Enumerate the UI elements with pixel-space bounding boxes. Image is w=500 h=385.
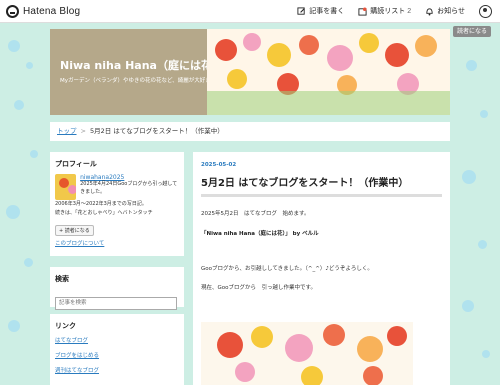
profile-avatar[interactable]	[55, 174, 77, 200]
search-module: 検索	[50, 267, 184, 310]
logo-text: Hatena Blog	[23, 5, 81, 17]
article-paragraph-4: 現在、Gooブログから 引っ越し作業中です。	[201, 285, 316, 291]
blog-header: Niwa niha Hana（庭には花） Myガーデン（ベランダ）やゆきの花の花…	[50, 29, 450, 115]
hatena-topbar: Hatena Blog 記事を書く 購読リスト 2 お知らせ	[0, 0, 500, 23]
link-weekly-hatena[interactable]: 週刊はてなブログ	[55, 366, 179, 374]
link-start-blog[interactable]: ブログをはじめる	[55, 351, 179, 359]
profile-name-link[interactable]: niwahana2025	[80, 174, 179, 181]
article-title[interactable]: 5月2日 はてなブログをスタート！（作業中）	[201, 174, 442, 197]
profile-reader-label: 読者になる	[64, 228, 90, 234]
reading-list-count: 2	[407, 7, 412, 15]
profile-desc-2: 2006年3月〜2022年3月までの写日記。	[55, 201, 147, 207]
breadcrumb-top-link[interactable]: トップ	[57, 127, 77, 135]
article-paragraph-2: 「Niwa niha Hana（庭には花）」 by ベルル	[201, 231, 319, 237]
link-hatena-blog[interactable]: はてなブログ	[55, 336, 179, 344]
breadcrumb-separator: >	[80, 127, 86, 135]
article-paragraph-3: Gooブログから、お引越ししてきました。（^_^）♪どうぞよろしく。	[201, 266, 373, 272]
links-module: リンク はてなブログ ブログをはじめる 週刊はてなブログ	[50, 314, 184, 385]
hatena-logo[interactable]: Hatena Blog	[6, 4, 81, 18]
blog-title[interactable]: Niwa niha Hana（庭には花）	[60, 57, 223, 73]
profile-desc-3: 続きは、「花とおしゃべり」へバトンタッチ	[55, 209, 153, 216]
hatena-logo-icon	[6, 4, 19, 18]
links-heading: リンク	[55, 322, 76, 330]
search-input[interactable]	[55, 296, 177, 310]
article-entry: 2025-05-02 5月2日 はてなブログをスタート！（作業中） 2025年5…	[193, 152, 450, 385]
breadcrumb-current: 5月2日 はてなブログをスタート！（作業中）	[89, 127, 224, 135]
profile-desc-1: 2025年4月24日Gooブログから引っ越してきました。	[80, 181, 178, 195]
breadcrumb: トップ >5月2日 はてなブログをスタート！（作業中）	[50, 122, 450, 141]
reading-list-label: 購読リスト	[370, 8, 406, 15]
header-flower-image	[207, 29, 450, 115]
article-paragraph-1: 2025年5月2日 はてなブログ 始めます。	[201, 211, 310, 217]
notifications-button[interactable]: お知らせ	[425, 6, 465, 16]
about-blog-link[interactable]: このブログについて	[55, 239, 179, 247]
article-flower-image	[201, 322, 413, 385]
user-avatar-icon[interactable]	[479, 4, 492, 18]
reading-list-button[interactable]: 購読リスト 2	[358, 6, 411, 16]
pencil-icon	[297, 6, 305, 15]
bell-icon	[426, 7, 433, 16]
reading-list-icon	[358, 6, 367, 16]
profile-heading: プロフィール	[55, 160, 97, 168]
write-article-button[interactable]: 記事を書く	[297, 6, 344, 16]
write-article-label: 記事を書く	[309, 8, 345, 15]
article-date[interactable]: 2025-05-02	[201, 162, 442, 168]
blog-description: Myガーデン（ベランダ）やゆきの花の花など、綺麗が大好き！	[60, 78, 217, 84]
notifications-label: お知らせ	[437, 8, 465, 15]
become-reader-button[interactable]: 読者になる	[452, 26, 491, 37]
profile-module: プロフィール niwahana2025 2025年4月24日Gooブログから引っ…	[50, 152, 184, 256]
profile-reader-button[interactable]: + 読者になる	[55, 225, 94, 236]
search-heading: 検索	[55, 275, 69, 283]
